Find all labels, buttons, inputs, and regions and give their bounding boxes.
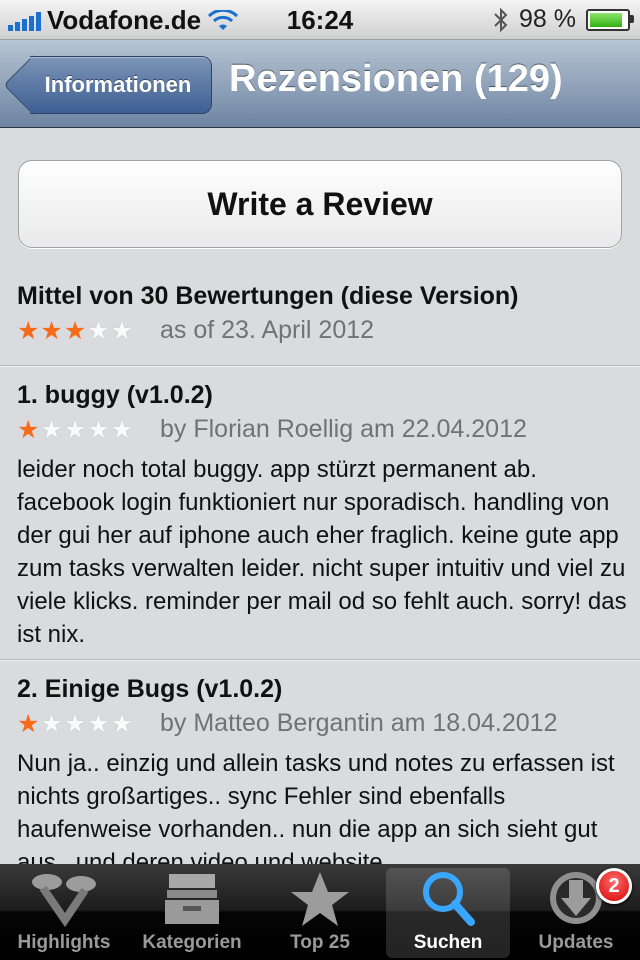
review-byline: by Florian Roellig am 22.04.2012 xyxy=(160,415,527,443)
tab-highlights[interactable]: Highlights xyxy=(2,868,126,958)
star-empty-icon: ★ xyxy=(63,710,88,738)
tab-categories[interactable]: Kategorien xyxy=(130,868,254,958)
highlights-icon xyxy=(29,868,99,928)
star-empty-icon: ★ xyxy=(110,416,135,444)
review-text: Nun ja.. einzig und allein tasks und not… xyxy=(17,750,615,864)
reviews-content[interactable]: Write a Review Mittel von 30 Bewertungen… xyxy=(0,128,640,864)
star-filled-icon: ★ xyxy=(17,710,41,738)
star-empty-icon: ★ xyxy=(87,710,111,738)
navigation-bar: Informationen Rezensionen (129) xyxy=(0,40,640,128)
back-button[interactable]: Informationen xyxy=(3,55,212,115)
review-text: leider noch total buggy. app stürzt perm… xyxy=(17,456,627,648)
review-title: 2. Einige Bugs (v1.0.2) xyxy=(17,675,283,703)
page-title: Rezensionen (129) xyxy=(229,58,563,100)
battery-icon xyxy=(586,8,634,31)
star-icon xyxy=(285,868,355,928)
categories-icon xyxy=(157,868,227,928)
review-byline: by Matteo Bergantin am 18.04.2012 xyxy=(160,709,558,737)
summary-date: as of 23. April 2012 xyxy=(160,316,375,344)
write-review-button[interactable]: Write a Review xyxy=(18,160,622,248)
star-filled-icon: ★ xyxy=(17,416,41,444)
rating-summary: Mittel von 30 Bewertungen (diese Version… xyxy=(0,268,640,366)
updates-badge: 2 xyxy=(596,868,632,904)
star-empty-icon: ★ xyxy=(40,710,64,738)
review-title: 1. buggy (v1.0.2) xyxy=(17,381,213,409)
status-right: 98 % xyxy=(493,5,634,34)
summary-star-rating: ★★★★★ xyxy=(17,316,134,346)
search-icon xyxy=(413,868,483,928)
summary-title: Mittel von 30 Bewertungen (diese Version… xyxy=(17,282,519,310)
battery-percent: 98 % xyxy=(519,5,576,33)
status-bar: Vodafone.de 16:24 98 % xyxy=(0,0,640,40)
star-empty-icon: ★ xyxy=(110,317,135,345)
star-empty-icon: ★ xyxy=(87,317,111,345)
tab-bar: Highlights Kategorien Top 25 Suchen Upda… xyxy=(0,864,640,960)
back-button-label: Informationen xyxy=(44,72,192,97)
star-filled-icon: ★ xyxy=(63,317,88,345)
star-empty-icon: ★ xyxy=(87,416,111,444)
star-empty-icon: ★ xyxy=(63,416,88,444)
star-empty-icon: ★ xyxy=(110,710,135,738)
tab-search[interactable]: Suchen xyxy=(386,868,510,958)
tab-top-25[interactable]: Top 25 xyxy=(258,868,382,958)
review-item[interactable]: 1. buggy (v1.0.2) ★★★★★ by Florian Roell… xyxy=(0,366,640,660)
review-item[interactable]: 2. Einige Bugs (v1.0.2) ★★★★★ by Matteo … xyxy=(0,660,640,864)
star-filled-icon: ★ xyxy=(17,317,41,345)
star-empty-icon: ★ xyxy=(40,416,64,444)
bluetooth-icon xyxy=(494,7,508,32)
review-star-rating: ★★★★★ xyxy=(17,709,134,739)
review-star-rating: ★★★★★ xyxy=(17,415,134,445)
star-filled-icon: ★ xyxy=(40,317,64,345)
tab-updates[interactable]: Updates 2 xyxy=(514,868,638,958)
